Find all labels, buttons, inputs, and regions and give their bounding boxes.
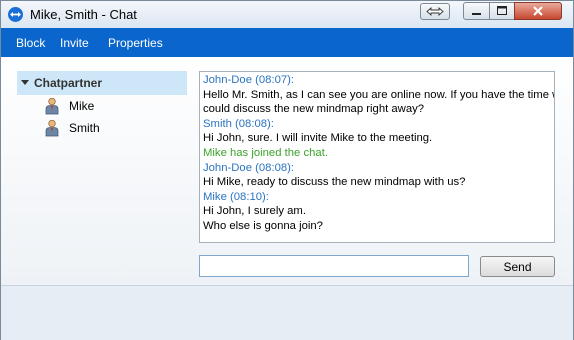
person-icon bbox=[44, 97, 60, 118]
chat-partner-list: Chatpartner Mike Smith bbox=[17, 71, 187, 139]
message-input[interactable] bbox=[202, 258, 464, 274]
maximize-button[interactable] bbox=[489, 2, 515, 20]
chat-message-line: Hello Mr. Smith, as I can see you are on… bbox=[203, 88, 555, 101]
menu-invite[interactable]: Invite bbox=[60, 36, 89, 50]
teamviewer-icon bbox=[8, 7, 23, 22]
chat-message-line: could discuss the new mindmap right away… bbox=[203, 103, 425, 116]
chat-sender-line: John-Doe (08:07): bbox=[203, 74, 295, 86]
chat-event-line: Mike has joined the chat. bbox=[203, 146, 328, 159]
close-button[interactable] bbox=[514, 2, 562, 20]
chat-sender-line: John-Doe (08:08): bbox=[203, 161, 295, 174]
chat-sender-line: Smith (08:08): bbox=[203, 117, 274, 130]
minimize-button[interactable] bbox=[463, 2, 490, 20]
menu-block[interactable]: Block bbox=[16, 36, 45, 50]
message-input-box[interactable] bbox=[199, 255, 469, 277]
menu-bar: Block Invite Properties bbox=[1, 28, 573, 57]
menu-properties[interactable]: Properties bbox=[108, 36, 163, 50]
swap-sides-button[interactable] bbox=[420, 3, 450, 20]
chat-sender-line: Mike (08:10): bbox=[203, 190, 269, 203]
send-button[interactable]: Send bbox=[480, 256, 555, 277]
window-title: Mike, Smith - Chat bbox=[30, 7, 137, 22]
group-label: Chatpartner bbox=[34, 76, 103, 90]
footer-area bbox=[1, 285, 573, 340]
chat-window: Mike, Smith - Chat Block Invite Properti… bbox=[0, 0, 574, 340]
chatpartner-group-header[interactable]: Chatpartner bbox=[17, 71, 187, 95]
partner-item-mike[interactable]: Mike bbox=[17, 95, 187, 117]
person-icon bbox=[44, 119, 60, 140]
chat-message-line: Hi John, sure. I will invite Mike to the… bbox=[203, 132, 433, 145]
chat-message-line: Who else is gonna join? bbox=[203, 219, 323, 232]
title-bar[interactable]: Mike, Smith - Chat bbox=[1, 1, 573, 28]
collapse-triangle-icon[interactable] bbox=[21, 80, 29, 85]
chat-message-line: Hi Mike, ready to discuss the new mindma… bbox=[203, 176, 466, 189]
chat-history[interactable]: John-Doe (08:07): Hello Mr. Smith, as I c… bbox=[199, 71, 555, 243]
partner-name: Smith bbox=[69, 121, 100, 135]
chat-message-line: Hi John, I surely am. bbox=[203, 205, 306, 218]
partner-item-smith[interactable]: Smith bbox=[17, 117, 187, 139]
chat-content: Chatpartner Mike Smith John-Doe (08:07):… bbox=[1, 57, 573, 285]
partner-name: Mike bbox=[69, 99, 95, 113]
